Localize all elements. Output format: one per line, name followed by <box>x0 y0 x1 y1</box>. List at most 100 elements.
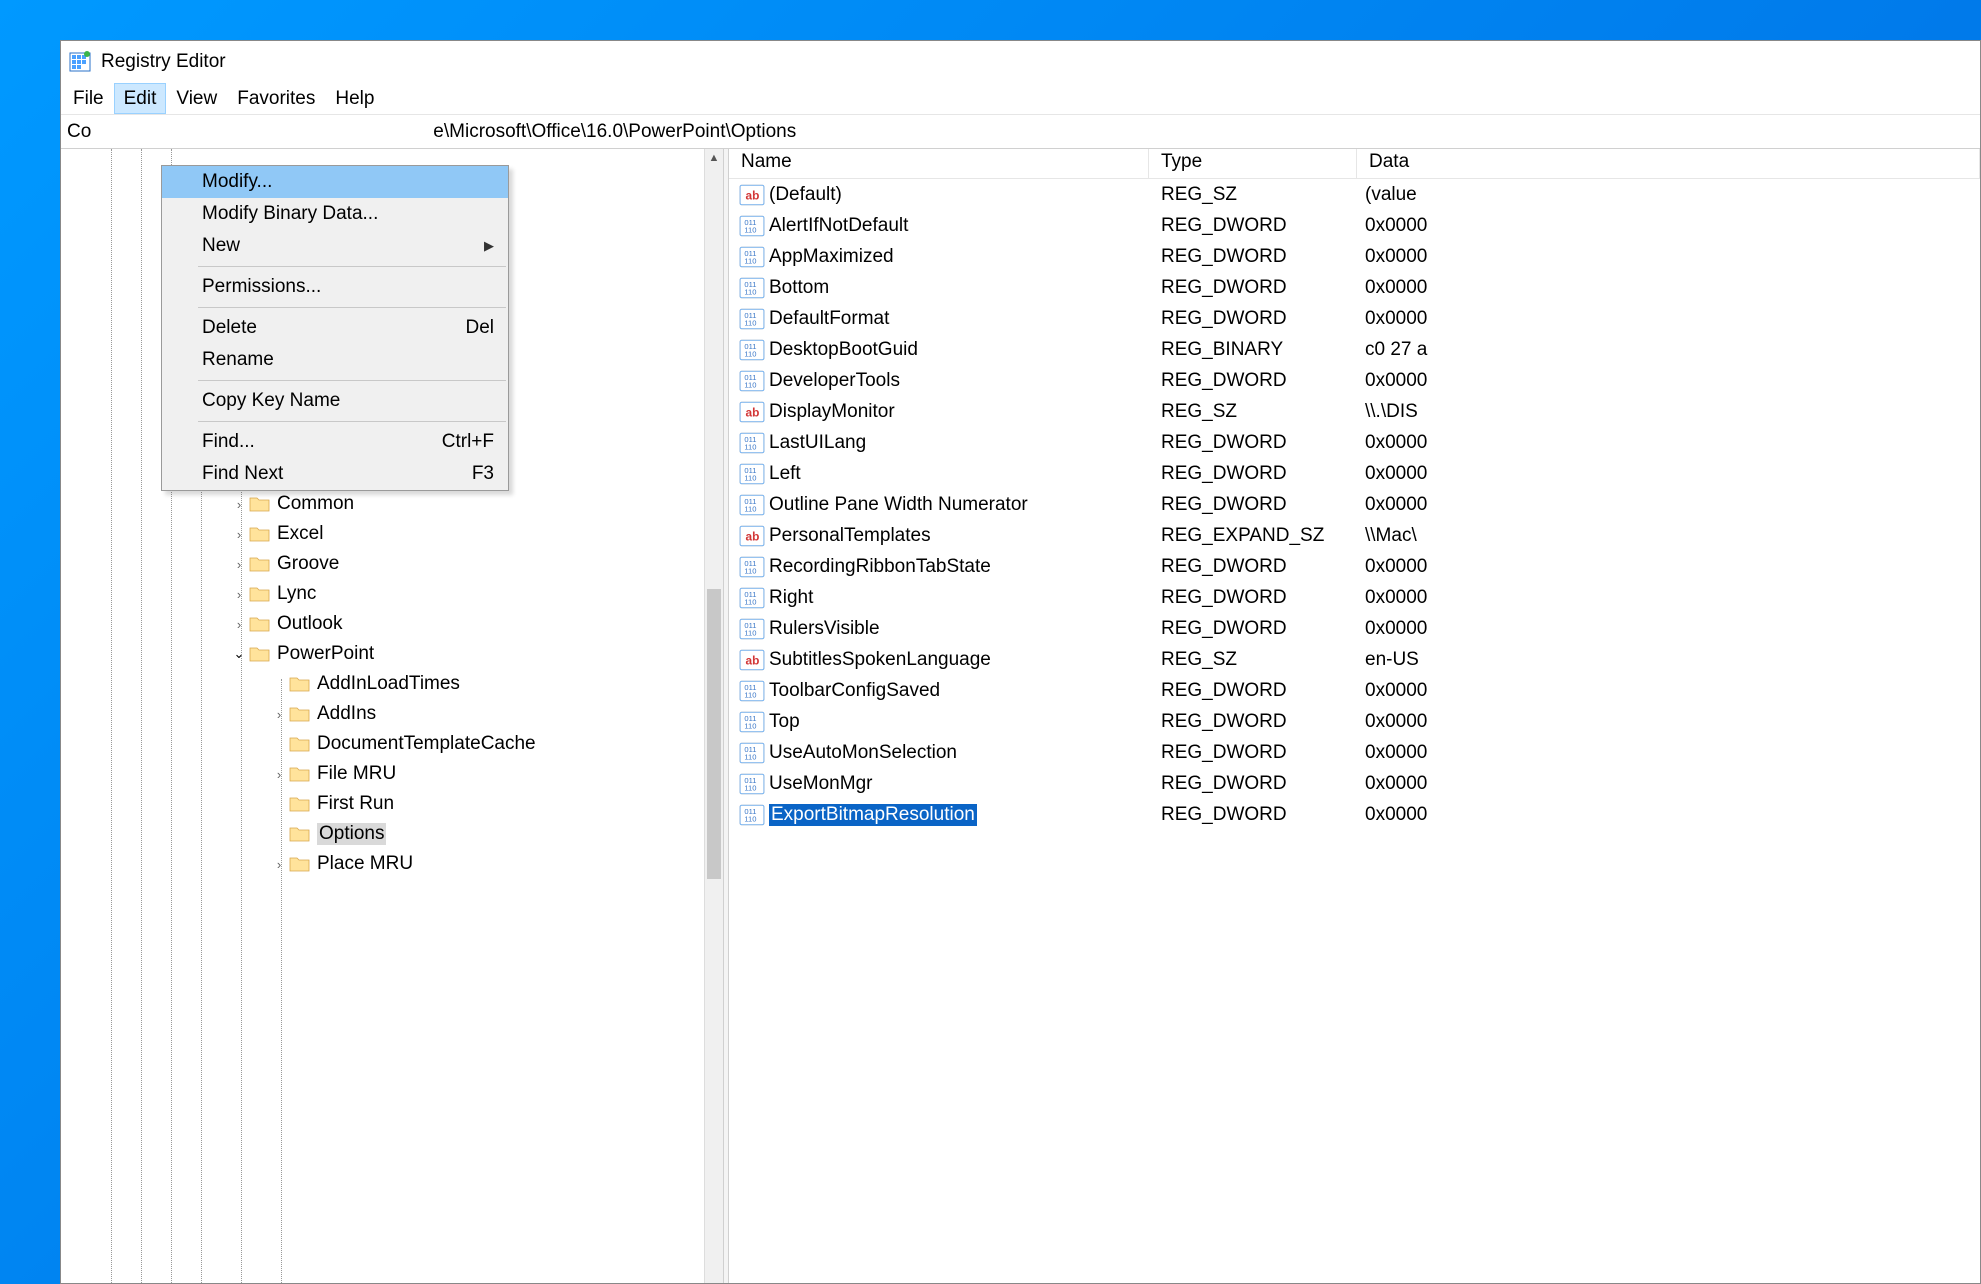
chevron-right-icon[interactable]: › <box>269 767 289 782</box>
registry-editor-window: Registry Editor File Edit View Favorites… <box>60 40 1981 1284</box>
tree-item[interactable]: Options <box>61 819 705 849</box>
value-name: DisplayMonitor <box>769 401 895 423</box>
tree-item[interactable]: First Run <box>61 789 705 819</box>
chevron-right-icon[interactable]: › <box>229 617 249 632</box>
list-row[interactable]: UseMonMgrREG_DWORD0x0000 <box>729 768 1980 799</box>
tree-item[interactable]: ⌄PowerPoint <box>61 639 705 669</box>
list-row[interactable]: DeveloperToolsREG_DWORD0x0000 <box>729 365 1980 396</box>
menu-item-label: Permissions... <box>202 276 321 298</box>
list-row[interactable]: DesktopBootGuidREG_BINARYc0 27 a <box>729 334 1980 365</box>
col-header-name[interactable]: Name <box>729 149 1149 178</box>
tree-item[interactable]: DocumentTemplateCache <box>61 729 705 759</box>
list-row[interactable]: RecordingRibbonTabStateREG_DWORD0x0000 <box>729 551 1980 582</box>
list-row[interactable]: RightREG_DWORD0x0000 <box>729 582 1980 613</box>
tree-scroll-up[interactable]: ▲ <box>705 149 723 167</box>
list-row[interactable]: LastUILangREG_DWORD0x0000 <box>729 427 1980 458</box>
menu-item-permissions[interactable]: Permissions... <box>162 271 508 303</box>
list-row[interactable]: LeftREG_DWORD0x0000 <box>729 458 1980 489</box>
tree-scroll-thumb[interactable] <box>707 589 721 879</box>
folder-icon <box>249 585 271 603</box>
chevron-right-icon[interactable]: › <box>229 557 249 572</box>
chevron-right-icon[interactable]: › <box>269 857 289 872</box>
list-row[interactable]: AppMaximizedREG_DWORD0x0000 <box>729 241 1980 272</box>
tree-item-label: Options <box>317 823 386 845</box>
menu-item-find[interactable]: Find...Ctrl+F <box>162 426 508 458</box>
menu-view[interactable]: View <box>166 83 227 114</box>
menu-item-modify-binary-data[interactable]: Modify Binary Data... <box>162 198 508 230</box>
address-bar[interactable]: Co e\Microsoft\Office\16.0\PowerPoint\Op… <box>61 115 1980 149</box>
list-row[interactable]: ExportBitmapResolutionREG_DWORD0x0000 <box>729 799 1980 830</box>
edit-dropdown-menu: Modify... Modify Binary Data... New▶ Permis… <box>161 165 509 491</box>
value-name: AlertIfNotDefault <box>769 215 908 237</box>
menu-item-label: Find Next <box>202 463 283 485</box>
value-name: UseAutoMonSelection <box>769 742 957 764</box>
list-row[interactable]: Outline Pane Width NumeratorREG_DWORD0x0… <box>729 489 1980 520</box>
col-header-data[interactable]: Data <box>1357 149 1980 178</box>
list-row[interactable]: DefaultFormatREG_DWORD0x0000 <box>729 303 1980 334</box>
menubar: File Edit View Favorites Help <box>61 83 1980 115</box>
reg-binary-icon <box>739 618 765 640</box>
list-row[interactable]: BottomREG_DWORD0x0000 <box>729 272 1980 303</box>
tree-item[interactable]: ›Place MRU <box>61 849 705 879</box>
value-type: REG_DWORD <box>1149 463 1357 485</box>
chevron-right-icon[interactable]: › <box>229 497 249 512</box>
tree-item[interactable]: › Common <box>61 489 705 519</box>
col-header-type[interactable]: Type <box>1149 149 1357 178</box>
value-type: REG_DWORD <box>1149 246 1357 268</box>
chevron-down-icon[interactable]: ⌄ <box>229 646 249 662</box>
tree-item[interactable]: ›File MRU <box>61 759 705 789</box>
menu-item-copy-key-name[interactable]: Copy Key Name <box>162 385 508 417</box>
tree-item[interactable]: › Groove <box>61 549 705 579</box>
chevron-right-icon[interactable]: › <box>269 707 289 722</box>
list-row[interactable]: SubtitlesSpokenLanguageREG_SZen-US <box>729 644 1980 675</box>
value-name: AppMaximized <box>769 246 894 268</box>
list-row[interactable]: (Default)REG_SZ(value <box>729 179 1980 210</box>
list-row[interactable]: PersonalTemplatesREG_EXPAND_SZ\\Mac\ <box>729 520 1980 551</box>
menu-edit[interactable]: Edit <box>114 83 167 114</box>
menu-shortcut: Del <box>465 317 494 339</box>
tree-item-label: Common <box>277 493 354 515</box>
menu-item-label: Modify Binary Data... <box>202 203 378 225</box>
list-row[interactable]: TopREG_DWORD0x0000 <box>729 706 1980 737</box>
folder-icon <box>289 675 311 693</box>
value-data: 0x0000 <box>1357 711 1427 733</box>
tree-item-label: Lync <box>277 583 316 605</box>
value-name: PersonalTemplates <box>769 525 931 547</box>
list-row[interactable]: DisplayMonitorREG_SZ\\.\DIS <box>729 396 1980 427</box>
menu-item-label: Find... <box>202 431 255 453</box>
menu-item-new[interactable]: New▶ <box>162 230 508 262</box>
tree-item[interactable]: ›AddIns <box>61 699 705 729</box>
address-prefix: Co <box>67 121 91 143</box>
tree-item-label: DocumentTemplateCache <box>317 733 536 755</box>
value-data: \\Mac\ <box>1357 525 1417 547</box>
list-row[interactable]: UseAutoMonSelectionREG_DWORD0x0000 <box>729 737 1980 768</box>
menu-file[interactable]: File <box>63 83 114 114</box>
menu-item-rename[interactable]: Rename <box>162 344 508 376</box>
chevron-right-icon[interactable]: › <box>229 587 249 602</box>
tree-item[interactable]: AddInLoadTimes <box>61 669 705 699</box>
list-row[interactable]: ToolbarConfigSavedREG_DWORD0x0000 <box>729 675 1980 706</box>
titlebar[interactable]: Registry Editor <box>61 41 1980 83</box>
tree-item[interactable]: ›Excel <box>61 519 705 549</box>
list-row[interactable]: RulersVisibleREG_DWORD0x0000 <box>729 613 1980 644</box>
menu-item-find-next[interactable]: Find NextF3 <box>162 458 508 490</box>
list-row[interactable]: AlertIfNotDefaultREG_DWORD0x0000 <box>729 210 1980 241</box>
tree-item[interactable]: › Lync <box>61 579 705 609</box>
menu-item-modify[interactable]: Modify... <box>162 166 508 198</box>
reg-binary-icon <box>739 804 765 826</box>
reg-binary-icon <box>739 742 765 764</box>
menu-separator <box>198 307 506 308</box>
value-type: REG_DWORD <box>1149 556 1357 578</box>
value-data: en-US <box>1357 649 1419 671</box>
tree-item[interactable]: ›Outlook <box>61 609 705 639</box>
menu-favorites[interactable]: Favorites <box>227 83 325 114</box>
value-data: 0x0000 <box>1357 432 1427 454</box>
list-pane[interactable]: Name Type Data (Default)REG_SZ(valueAler… <box>729 149 1980 1283</box>
chevron-right-icon[interactable]: › <box>229 527 249 542</box>
value-type: REG_SZ <box>1149 649 1357 671</box>
value-data: 0x0000 <box>1357 370 1427 392</box>
menu-separator <box>198 266 506 267</box>
menu-help[interactable]: Help <box>325 83 384 114</box>
tree-item-label: Groove <box>277 553 339 575</box>
menu-item-delete[interactable]: DeleteDel <box>162 312 508 344</box>
